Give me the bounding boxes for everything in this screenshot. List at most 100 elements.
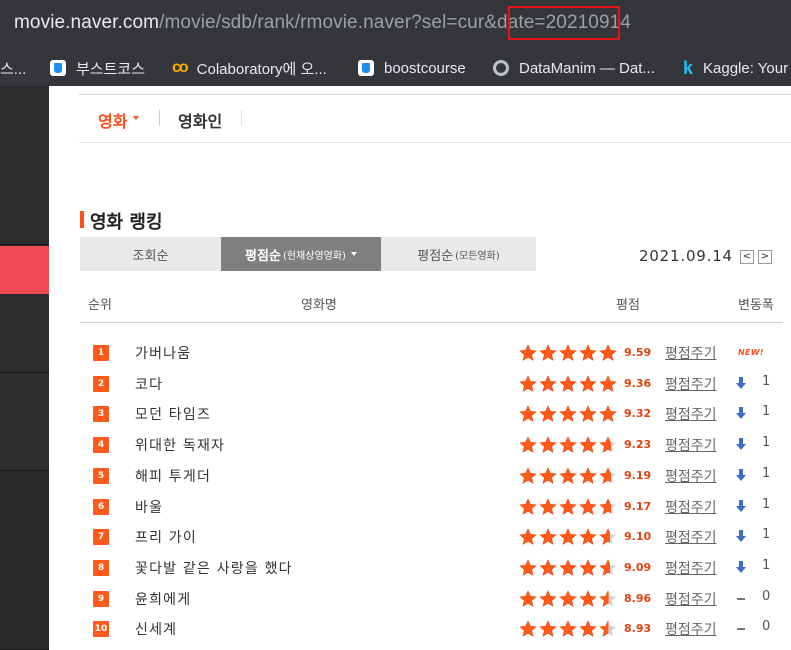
score-value: 9.17 [624, 499, 652, 513]
no-change-icon [737, 597, 745, 600]
score-value: 8.96 [624, 591, 652, 605]
bookmark-label: DataManim — Dat... [519, 59, 655, 77]
star-filled-icon [559, 589, 577, 607]
down-arrow-icon [736, 560, 746, 573]
score-value: 9.23 [624, 438, 652, 452]
movie-title-link[interactable]: 윤희에게 [135, 589, 191, 609]
movie-title-link[interactable]: 가버나움 [135, 343, 191, 363]
star-filled-icon [559, 344, 577, 361]
rank-badge: 5 [93, 467, 109, 484]
tab-sublabel: (모든영화) [455, 250, 500, 262]
star-filled-icon [579, 620, 597, 638]
movie-title-link[interactable]: 코다 [135, 374, 163, 394]
bookmark-item[interactable]: 스... [0, 50, 26, 86]
side-panel-item-active[interactable] [0, 246, 49, 295]
tab-person[interactable]: 영화인 [178, 108, 222, 132]
star-filled-icon [539, 405, 557, 423]
movie-title-link[interactable]: 모던 타임즈 [135, 404, 211, 424]
bookmark-item[interactable]: co Colaboratory에 오... [172, 50, 327, 86]
column-header-rank: 순위 [88, 298, 112, 313]
star-filled-icon [579, 436, 597, 453]
movie-title-link[interactable]: 해피 투게더 [135, 466, 211, 486]
rate-link[interactable]: 평점주기 [665, 374, 717, 394]
movie-title-link[interactable]: 신세계 [135, 619, 177, 639]
star-filled-icon [539, 374, 557, 392]
star-filled-icon [519, 620, 537, 638]
rate-link[interactable]: 평점주기 [665, 619, 717, 639]
star-filled-icon [559, 528, 577, 546]
movie-title-link[interactable]: 프리 가이 [135, 527, 197, 547]
down-arrow-icon [736, 468, 746, 481]
movie-title-link[interactable]: 위대한 독재자 [135, 435, 225, 455]
rate-link[interactable]: 평점주기 [665, 558, 717, 578]
rank-badge: 2 [93, 375, 109, 392]
dropdown-arrow-icon [350, 252, 357, 256]
star-filled-icon [519, 344, 537, 361]
rate-link[interactable]: 평점주기 [665, 497, 717, 517]
star-filled-icon [539, 620, 557, 638]
star-rating [519, 559, 616, 576]
star-filled-icon [519, 405, 537, 423]
tab-movie[interactable]: 영화 [98, 108, 127, 132]
boostcourse-icon [358, 60, 374, 76]
star-filled-icon [599, 405, 617, 423]
next-date-button[interactable]: > [758, 250, 772, 264]
bookmark-item[interactable]: 부스트코스 [50, 50, 145, 86]
rank-badge: 4 [93, 437, 109, 454]
side-panel-item[interactable] [0, 86, 49, 149]
rate-link[interactable]: 평점주기 [665, 343, 717, 363]
table-row: 4 위대한 독재자 9.23 평점주기 1 [0, 429, 791, 459]
divider [79, 142, 791, 143]
rate-link[interactable]: 평점주기 [665, 589, 717, 609]
tab-by-score-current[interactable]: 평점순 (현재상영영화) [221, 237, 381, 271]
movie-title-link[interactable]: 바울 [135, 497, 163, 517]
change-value: 0 [762, 619, 771, 635]
down-arrow-icon [736, 499, 746, 512]
star-filled-icon [539, 589, 557, 607]
table-row: 6 바울 9.17 평점주기 1 [0, 491, 791, 521]
table-row: 9 윤희에게 8.96 평점주기 0 [0, 583, 791, 613]
star-filled-icon [519, 436, 537, 453]
star-filled-icon [579, 497, 597, 515]
divider [241, 110, 242, 126]
change-value: 1 [762, 404, 771, 420]
address-bar[interactable]: movie.naver.com/movie/sdb/rank/rmovie.na… [0, 0, 791, 50]
star-rating [519, 620, 616, 638]
bookmark-item[interactable]: k Kaggle: Your [683, 50, 788, 86]
table-row: 2 코다 9.36 평점주기 1 [0, 368, 791, 398]
star-filled-icon [579, 374, 597, 392]
url-path: /movie/sdb/rank/rmovie.naver?sel=cur&dat… [159, 12, 546, 33]
star-rating [519, 467, 616, 484]
side-panel-item[interactable] [0, 196, 49, 245]
tab-by-score-all[interactable]: 평점순 (모든영화) [381, 237, 536, 271]
bookmarks-bar: 스... 부스트코스 co Colaboratory에 오... boostco… [0, 50, 791, 86]
score-value: 8.93 [624, 622, 652, 636]
star-rating [519, 405, 617, 423]
star-rating [519, 589, 616, 607]
dropdown-arrow-icon [133, 116, 139, 120]
down-arrow-icon [736, 530, 746, 543]
movie-title-link[interactable]: 꽃다발 같은 사랑을 했다 [135, 558, 293, 578]
star-filled-icon [519, 467, 537, 484]
rank-badge: 9 [93, 590, 109, 607]
bookmark-item[interactable]: boostcourse [358, 50, 466, 86]
heading-marker [80, 211, 84, 228]
rate-link[interactable]: 평점주기 [665, 435, 717, 455]
url-host: movie.naver.com [14, 12, 160, 33]
star-filled-icon [519, 589, 537, 607]
star-filled-icon [519, 559, 537, 576]
tab-by-views[interactable]: 조회순 [80, 237, 221, 271]
change-value: 1 [762, 465, 771, 481]
prev-date-button[interactable]: < [740, 250, 754, 264]
rate-link[interactable]: 평점주기 [665, 466, 717, 486]
star-filled-icon [539, 497, 557, 515]
table-row: 1 가버나움 9.59 평점주기 NEW! [0, 337, 791, 367]
no-change-icon [737, 628, 745, 631]
rate-link[interactable]: 평점주기 [665, 404, 717, 424]
rate-link[interactable]: 평점주기 [665, 527, 717, 547]
bookmark-item[interactable]: DataManim — Dat... [493, 50, 655, 86]
rank-badge: 10 [93, 621, 109, 638]
star-filled-icon [559, 405, 577, 423]
side-panel-item[interactable] [0, 148, 49, 197]
star-filled-icon [539, 467, 557, 484]
